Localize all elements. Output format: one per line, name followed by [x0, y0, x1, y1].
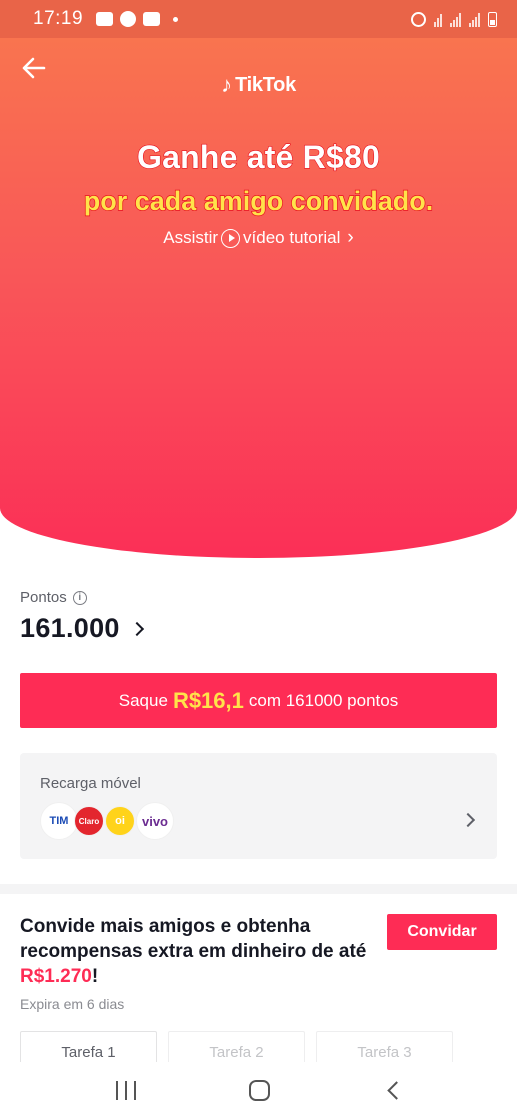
- withdraw-amount: R$16,1: [172, 687, 244, 713]
- status-time: 17:19: [33, 8, 84, 29]
- tiktok-logo: ♪ TikTok: [0, 72, 517, 98]
- subheadline: por cada amigo convidado.: [83, 185, 434, 216]
- vivo-logo: vivo: [136, 802, 174, 840]
- claro-logo: Claro: [74, 806, 104, 836]
- status-left: 17:19: [33, 8, 179, 30]
- system-back-button[interactable]: [387, 1081, 406, 1100]
- status-right: [411, 11, 497, 27]
- headline: Ganhe até R$80: [136, 138, 380, 175]
- invite-description: Convide mais amigos e obtenha recompensa…: [20, 914, 370, 989]
- withdraw-suffix: com 161000 pontos: [248, 690, 399, 710]
- wifi-call-icon: [434, 12, 442, 27]
- status-bar: 17:19: [0, 0, 517, 38]
- points-value-link[interactable]: 161.000: [20, 613, 144, 644]
- tutorial-label: vídeo tutorial: [243, 228, 341, 247]
- home-button[interactable]: [249, 1080, 270, 1101]
- recharge-title: Recarga móvel: [40, 775, 141, 792]
- tiktok-note-icon: ♪: [221, 72, 233, 97]
- youtube-icon: [143, 12, 161, 26]
- points-label: Pontos i: [20, 589, 87, 606]
- chevron-right-icon: ›: [347, 227, 354, 248]
- whatsapp-icon: [120, 11, 137, 27]
- invite-text-before: Convide mais amigos e obtenha recompensa…: [20, 916, 367, 962]
- signal-icon: [469, 12, 480, 27]
- points-label-text: Pontos: [20, 589, 67, 606]
- info-icon[interactable]: i: [72, 590, 87, 605]
- expiry-text: Expira em 6 dias: [20, 996, 125, 1012]
- tutorial-link[interactable]: Assistir vídeo tutorial ›: [0, 227, 517, 249]
- logo-text: TikTok: [235, 73, 296, 96]
- alarm-icon: [411, 11, 426, 27]
- recents-button[interactable]: [116, 1081, 136, 1100]
- withdraw-button[interactable]: Saque R$16,1 com 161000 pontos: [20, 673, 497, 728]
- invite-text-after: !: [91, 966, 99, 987]
- withdraw-prefix: Saque: [118, 690, 168, 710]
- signal-icon: [450, 12, 461, 27]
- tim-logo: TIM: [40, 802, 78, 840]
- invite-button[interactable]: Convidar: [387, 914, 497, 950]
- invite-reward-amount: R$1.270: [20, 966, 92, 987]
- message-icon: [96, 12, 114, 26]
- mobile-recharge-card[interactable]: Recarga móvel TIM Claro oi vivo: [20, 753, 497, 859]
- oi-logo: oi: [105, 806, 135, 836]
- points-value: 161.000: [20, 613, 120, 643]
- chevron-right-icon: [460, 812, 476, 828]
- dot-icon: [173, 16, 179, 22]
- hero-banner: ♪ TikTok Ganhe até R$80 por cada amigo c…: [0, 38, 517, 558]
- section-divider: [0, 884, 517, 894]
- battery-icon: [488, 11, 497, 27]
- carrier-logos: TIM Claro oi vivo: [40, 802, 174, 840]
- tutorial-prefix: Assistir: [163, 228, 219, 247]
- system-nav-bar: [0, 1062, 517, 1120]
- play-circle-icon: [221, 228, 241, 248]
- chevron-right-icon: [129, 621, 144, 636]
